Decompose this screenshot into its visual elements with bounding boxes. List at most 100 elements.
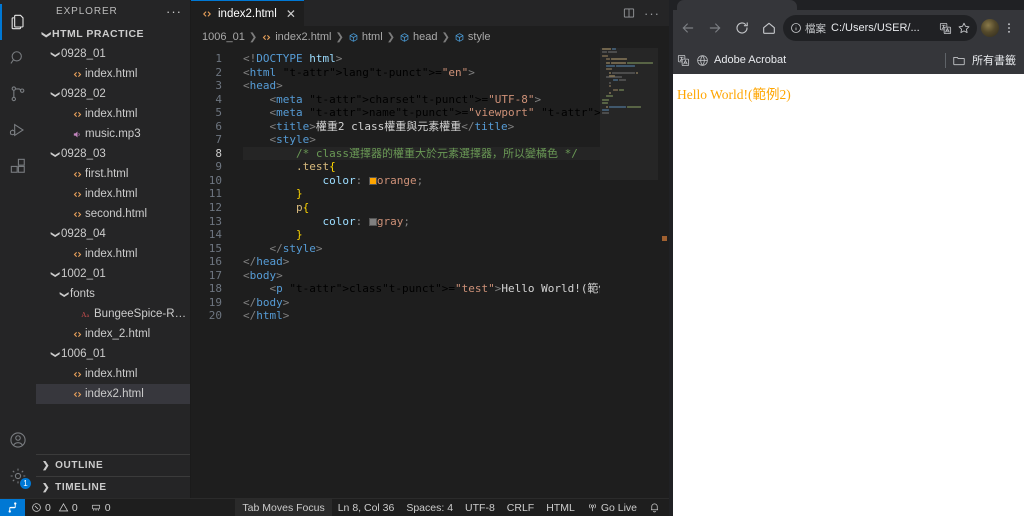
- translate-icon[interactable]: [677, 54, 690, 67]
- tree-folder-0928_03[interactable]: ❮ 0928_03: [36, 144, 190, 164]
- status-tab-moves-focus[interactable]: Tab Moves Focus: [235, 498, 332, 516]
- chevron-down-icon[interactable]: ❮: [58, 290, 70, 299]
- status-eol[interactable]: CRLF: [501, 499, 540, 516]
- sidebar-more-actions-icon[interactable]: ···: [166, 4, 182, 19]
- code-line[interactable]: <p "t-attr">class"t-punct">="test">Hello…: [243, 282, 669, 296]
- activity-item-settings[interactable]: 1: [0, 458, 36, 494]
- activity-item-run-and-debug[interactable]: [0, 112, 36, 148]
- activity-item-search[interactable]: [0, 40, 36, 76]
- chevron-down-icon[interactable]: ❮: [49, 350, 61, 359]
- editor-more-actions-icon[interactable]: ···: [644, 6, 660, 21]
- code-line[interactable]: }: [243, 228, 669, 242]
- panel-timeline[interactable]: ❯ TIMELINE: [36, 476, 190, 498]
- split-editor-icon[interactable]: [622, 6, 636, 20]
- code-line[interactable]: <html "t-attr">lang"t-punct">="en">: [243, 66, 669, 80]
- chevron-down-icon[interactable]: ❮: [49, 230, 61, 239]
- code-line[interactable]: p{: [243, 201, 669, 215]
- status-problems[interactable]: 0 0: [25, 499, 84, 516]
- code-line[interactable]: <!DOCTYPE html>: [243, 52, 669, 66]
- activity-item-explorer[interactable]: [0, 4, 36, 40]
- forward-button[interactable]: [702, 15, 728, 41]
- tree-file-index-html[interactable]: index.html: [36, 104, 190, 124]
- chevron-down-icon[interactable]: ❮: [40, 30, 52, 39]
- tab-bar: index2.html ✕ ···: [191, 0, 669, 26]
- activity-item-extensions[interactable]: [0, 148, 36, 184]
- chevron-down-icon[interactable]: ❮: [49, 90, 61, 99]
- code-line[interactable]: color: orange;: [243, 174, 669, 188]
- browser-menu-button[interactable]: [1000, 15, 1018, 41]
- breadcrumb-item-style[interactable]: style: [454, 31, 491, 43]
- status-indentation[interactable]: Spaces: 4: [400, 499, 459, 516]
- tree-file-index-html[interactable]: index.html: [36, 244, 190, 264]
- tree-file-index_2-html[interactable]: index_2.html: [36, 324, 190, 344]
- tree-folder-0928_02[interactable]: ❮ 0928_02: [36, 84, 190, 104]
- breadcrumb-item-folder[interactable]: 1006_01: [202, 31, 245, 43]
- status-ports[interactable]: 0: [84, 499, 117, 516]
- code-line[interactable]: <style>: [243, 133, 669, 147]
- panel-outline[interactable]: ❯ OUTLINE: [36, 454, 190, 476]
- activity-item-source-control[interactable]: [0, 76, 36, 112]
- back-button[interactable]: [675, 15, 701, 41]
- tree-item-label: index.html: [85, 248, 138, 260]
- tree-file-second-html[interactable]: second.html: [36, 204, 190, 224]
- code-line[interactable]: <head>: [243, 79, 669, 93]
- tree-folder-fonts[interactable]: ❮ fonts: [36, 284, 190, 304]
- code-content[interactable]: <!DOCTYPE html> <html "t-attr">lang"t-pun…: [231, 48, 669, 498]
- status-remote-window[interactable]: [0, 498, 25, 516]
- tree-folder-0928_01[interactable]: ❮ 0928_01: [36, 44, 190, 64]
- translate-icon[interactable]: [939, 22, 952, 35]
- home-button[interactable]: [756, 15, 782, 41]
- code-line[interactable]: .test{: [243, 160, 669, 174]
- star-icon[interactable]: [957, 21, 971, 35]
- tree-folder-1002_01[interactable]: ❮ 1002_01: [36, 264, 190, 284]
- sidebar-explorer: EXPLORER ··· ❮ HTML PRACTICE ❮ 0928_01 index…: [36, 0, 191, 498]
- editor-scrollbar[interactable]: [658, 48, 669, 498]
- site-info-chip[interactable]: 檔案: [790, 21, 826, 36]
- breadcrumb-item-file[interactable]: index2.html: [261, 31, 331, 43]
- tree-file-index-html[interactable]: index.html: [36, 64, 190, 84]
- code-line[interactable]: <meta "t-attr">charset"t-punct">="UTF-8"…: [243, 93, 669, 107]
- tree-file-index-html[interactable]: index.html: [36, 364, 190, 384]
- status-language-mode[interactable]: HTML: [540, 499, 581, 516]
- tree-file-bungeespice-regu---[interactable]: AaBungeeSpice-Regu...: [36, 304, 190, 324]
- bookmark-adobe-acrobat[interactable]: Adobe Acrobat: [696, 54, 786, 67]
- breadcrumb-item-html[interactable]: html: [348, 31, 383, 43]
- tree-folder-0928_04[interactable]: ❮ 0928_04: [36, 224, 190, 244]
- profile-avatar[interactable]: [981, 19, 999, 37]
- all-bookmarks[interactable]: 所有書籤: [945, 52, 1016, 68]
- close-icon[interactable]: ✕: [286, 7, 296, 21]
- tree-file-index-html[interactable]: index.html: [36, 184, 190, 204]
- tree-folder-1006_01[interactable]: ❮ 1006_01: [36, 344, 190, 364]
- tree-file-music-mp3[interactable]: music.mp3: [36, 124, 190, 144]
- code-line[interactable]: </style>: [243, 242, 669, 256]
- tree-file-index2-html[interactable]: index2.html: [36, 384, 190, 404]
- code-line[interactable]: <body>: [243, 269, 669, 283]
- breadcrumb-item-head[interactable]: head: [399, 31, 438, 43]
- chevron-down-icon[interactable]: ❮: [49, 50, 61, 59]
- tree-root-html-practice[interactable]: ❮ HTML PRACTICE: [36, 24, 190, 44]
- address-bar[interactable]: 檔案 C:/Users/USER/...: [783, 15, 977, 41]
- code-line[interactable]: color: gray;: [243, 215, 669, 229]
- chevron-down-icon[interactable]: ❮: [49, 270, 61, 279]
- kebab-menu-icon: [1002, 21, 1016, 35]
- status-cursor-position[interactable]: Ln 8, Col 36: [332, 499, 401, 516]
- status-notifications[interactable]: [643, 499, 669, 516]
- code-line[interactable]: </html>: [243, 309, 669, 323]
- code-line[interactable]: </head>: [243, 255, 669, 269]
- code-line[interactable]: /* class選擇器的權重大於元素選擇器，所以變橘色 */: [243, 147, 669, 161]
- code-editor[interactable]: 1 2 3 4 5 6 7 8 9 10 11 12 13 14 15 16 17 18 19 20 <!DOCTYP…: [191, 48, 669, 498]
- account-icon: [8, 430, 28, 450]
- status-go-live[interactable]: Go Live: [581, 499, 643, 516]
- tree-file-first-html[interactable]: first.html: [36, 164, 190, 184]
- code-line[interactable]: </body>: [243, 296, 669, 310]
- url-text[interactable]: C:/Users/USER/...: [831, 22, 934, 34]
- reload-button[interactable]: [729, 15, 755, 41]
- activity-item-account[interactable]: [0, 422, 36, 458]
- tab-index2-html[interactable]: index2.html ✕: [191, 0, 304, 26]
- chevron-down-icon[interactable]: ❮: [49, 150, 61, 159]
- status-encoding[interactable]: UTF-8: [459, 499, 501, 516]
- code-line[interactable]: <title>權重2 class權重與元素權重</title>: [243, 120, 669, 134]
- code-line[interactable]: <meta "t-attr">name"t-punct">="viewport"…: [243, 106, 670, 120]
- browser-tab-strip[interactable]: [669, 0, 1024, 10]
- code-line[interactable]: }: [243, 187, 669, 201]
